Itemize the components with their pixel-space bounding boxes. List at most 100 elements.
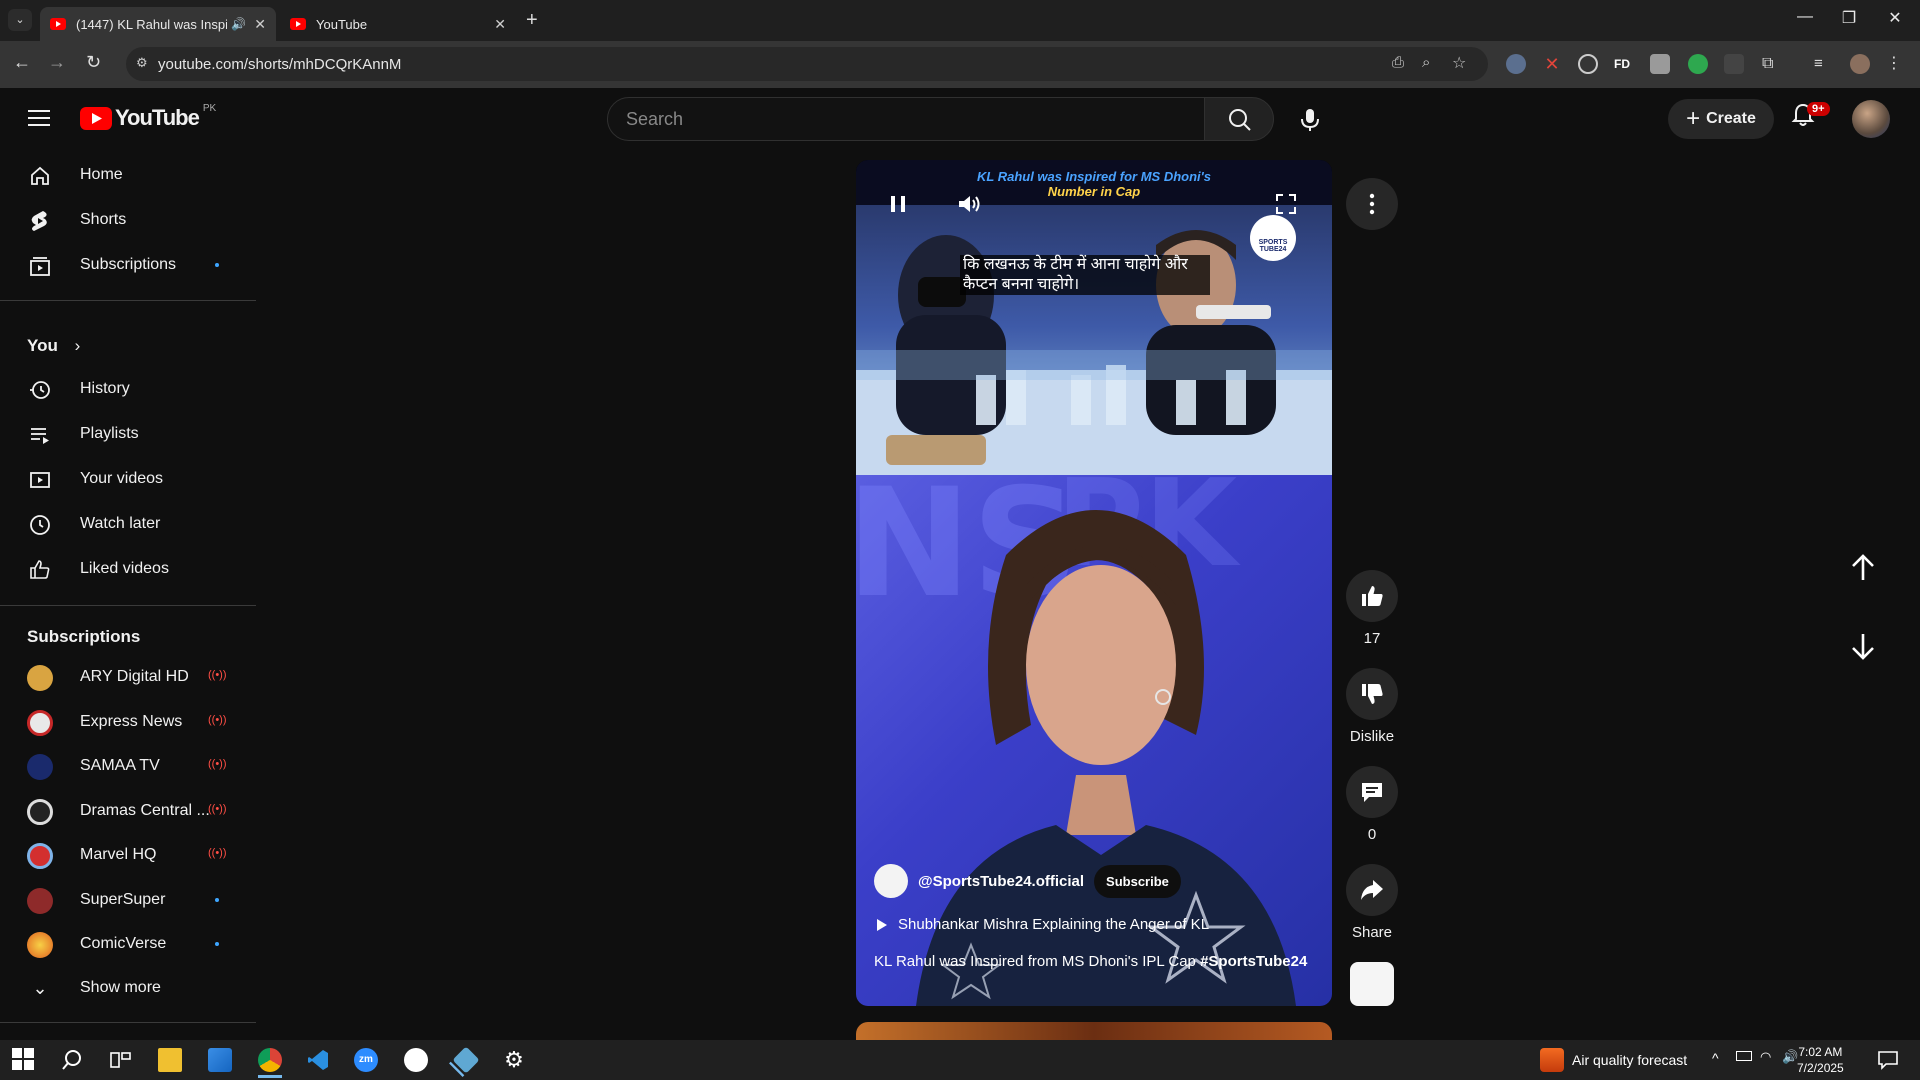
channel-avatar — [27, 888, 53, 914]
share-button[interactable] — [1346, 864, 1398, 916]
site-info-icon[interactable]: ⚙ — [136, 55, 148, 71]
windows-start-icon[interactable] — [12, 1048, 36, 1072]
previous-short-button[interactable] — [1844, 548, 1882, 586]
extension-x-icon[interactable]: ✕ — [1542, 54, 1562, 74]
like-button[interactable] — [1346, 570, 1398, 622]
tab-search-button[interactable]: ⌄ — [8, 9, 32, 31]
create-button[interactable]: + Create — [1668, 99, 1774, 139]
sidebar-item-subscriptions[interactable]: Subscriptions — [0, 245, 240, 285]
subscribe-button[interactable]: Subscribe — [1094, 864, 1181, 898]
fullscreen-button[interactable] — [1274, 192, 1298, 216]
comments-button[interactable] — [1346, 766, 1398, 818]
tab-title: (1447) KL Rahul was Inspire — [76, 16, 228, 32]
sidebar-item-label: Home — [80, 166, 123, 183]
sidebar-item-shorts[interactable]: Shorts — [0, 200, 240, 240]
tab-youtube[interactable]: YouTube ✕ — [280, 7, 516, 41]
sidebar-channel-ary-digital-hd[interactable]: ARY Digital HD ((•)) — [0, 657, 240, 697]
comment-icon — [1362, 783, 1382, 802]
app-green-icon[interactable] — [404, 1048, 428, 1072]
system-clock[interactable]: 7:02 AM 7/2/2025 — [1797, 1044, 1844, 1076]
vscode-icon[interactable] — [306, 1048, 330, 1072]
extension-dark-icon[interactable] — [1724, 54, 1744, 74]
chrome-menu-icon[interactable]: ⋮ — [1886, 54, 1906, 74]
extensions-puzzle-icon[interactable]: ⧉ — [1762, 54, 1782, 74]
browser-toolbar: ← → ↻ ⚙ youtube.com/shorts/mhDCQrKAnnM ⎙… — [0, 41, 1920, 88]
video-title-banner: KL Rahul was Inspired for MS Dhoni's Num… — [856, 160, 1332, 205]
wifi-icon[interactable]: ◠ — [1760, 1049, 1771, 1065]
sidebar-channel-comicverse[interactable]: ComicVerse — [0, 924, 240, 964]
address-bar[interactable]: ⚙ youtube.com/shorts/mhDCQrKAnnM ⎙ ⌕ ☆ — [126, 47, 1488, 81]
audio-playing-icon[interactable]: 🔊 — [231, 17, 246, 31]
file-explorer-icon[interactable] — [158, 1048, 182, 1072]
new-tab-button[interactable]: + — [526, 9, 538, 32]
sidebar-item-your-videos[interactable]: Your videos — [0, 459, 240, 499]
sidebar-channel-dramas-central[interactable]: Dramas Central ... ((•)) — [0, 791, 240, 831]
extension-glasses-icon[interactable] — [1506, 54, 1526, 74]
voice-search-button[interactable] — [1290, 99, 1330, 139]
youtube-logo[interactable]: YouTube PK — [80, 103, 216, 131]
guide-menu-icon[interactable] — [28, 108, 52, 128]
notification-center-icon[interactable] — [1876, 1048, 1900, 1072]
related-video-link[interactable]: Shubhankar Mishra Explaining the Anger o… — [876, 916, 1209, 933]
search-button[interactable] — [1204, 97, 1274, 141]
bookmark-star-icon[interactable]: ☆ — [1452, 53, 1466, 73]
sidebar-item-home[interactable]: Home — [0, 155, 240, 195]
search-input[interactable] — [608, 98, 1204, 140]
sidebar-channel-express-news[interactable]: Express News ((•)) — [0, 702, 240, 742]
more-actions-button[interactable] — [1346, 178, 1398, 230]
chrome-taskbar-icon[interactable] — [258, 1048, 282, 1078]
url-text[interactable]: youtube.com/shorts/mhDCQrKAnnM — [158, 56, 401, 73]
show-more-button[interactable]: ⌄ Show more — [0, 968, 240, 1008]
extension-green-icon[interactable] — [1688, 54, 1708, 74]
app-cube-icon[interactable] — [452, 1046, 480, 1074]
close-tab-icon[interactable]: ✕ — [254, 16, 266, 33]
pause-button[interactable] — [886, 192, 910, 216]
sidebar-channel-marvel-hq[interactable]: Marvel HQ ((•)) — [0, 835, 240, 875]
extension-globe-icon[interactable] — [1578, 54, 1598, 74]
minimize-button[interactable]: — — [1782, 8, 1828, 26]
channel-logo[interactable] — [874, 864, 908, 898]
restore-button[interactable]: ❐ — [1826, 8, 1872, 28]
extension-fd-icon[interactable]: FD — [1614, 54, 1634, 74]
close-window-button[interactable]: ✕ — [1872, 8, 1918, 28]
volume-button[interactable] — [956, 192, 982, 216]
media-control-icon[interactable]: ≡ — [1814, 54, 1834, 74]
sidebar-item-liked-videos[interactable]: Liked videos — [0, 549, 240, 589]
next-short-preview[interactable] — [856, 1022, 1332, 1040]
tab-youtube-short[interactable]: (1447) KL Rahul was Inspire 🔊 ✕ — [40, 7, 276, 41]
task-view-icon[interactable] — [108, 1048, 132, 1072]
you-section-heading[interactable]: You › — [27, 336, 80, 356]
air-quality-icon[interactable] — [1540, 1048, 1564, 1072]
sidebar-item-watch-later[interactable]: Watch later — [0, 504, 240, 544]
extension-cookie-icon[interactable] — [1650, 54, 1670, 74]
zoom-icon[interactable]: ⌕ — [1422, 54, 1430, 71]
microsoft-store-icon[interactable] — [208, 1048, 232, 1072]
sidebar-channel-samaa-tv[interactable]: SAMAA TV ((•)) — [0, 746, 240, 786]
zoom-app-icon[interactable]: zm — [354, 1048, 378, 1072]
reload-icon[interactable]: ↻ — [86, 52, 101, 73]
account-avatar[interactable] — [1852, 100, 1890, 138]
settings-gear-icon[interactable]: ⚙ — [502, 1048, 526, 1072]
channel-name: SuperSuper — [80, 891, 166, 908]
sidebar-divider — [0, 300, 256, 301]
battery-icon[interactable] — [1736, 1051, 1752, 1061]
search-box[interactable] — [607, 97, 1205, 141]
channel-handle[interactable]: @SportsTube24.official — [918, 873, 1084, 890]
back-icon[interactable]: ← — [13, 52, 31, 73]
next-short-button[interactable] — [1844, 628, 1882, 666]
taskbar-search-icon[interactable] — [60, 1048, 84, 1072]
sidebar-item-playlists[interactable]: Playlists — [0, 414, 240, 454]
dislike-button[interactable] — [1346, 668, 1398, 720]
sidebar-channel-supersuper[interactable]: SuperSuper — [0, 880, 240, 920]
speaker-icon[interactable]: 🔊 — [1782, 1049, 1798, 1065]
profile-avatar-icon[interactable] — [1850, 54, 1870, 74]
install-app-icon[interactable]: ⎙ — [1392, 54, 1404, 71]
hashtag-link[interactable]: #SportsTube24 — [1200, 953, 1307, 970]
sidebar-item-history[interactable]: History — [0, 369, 240, 409]
shorts-video-player[interactable]: NS PK KL Rahul was Inspired for MS Dhoni… — [856, 160, 1332, 1006]
sound-source-thumbnail[interactable] — [1350, 962, 1394, 1006]
forward-icon[interactable]: → — [48, 52, 66, 73]
weather-widget-label[interactable]: Air quality forecast — [1572, 1052, 1687, 1068]
close-tab-icon[interactable]: ✕ — [494, 16, 506, 33]
show-hidden-icons[interactable]: ^ — [1712, 1050, 1719, 1066]
